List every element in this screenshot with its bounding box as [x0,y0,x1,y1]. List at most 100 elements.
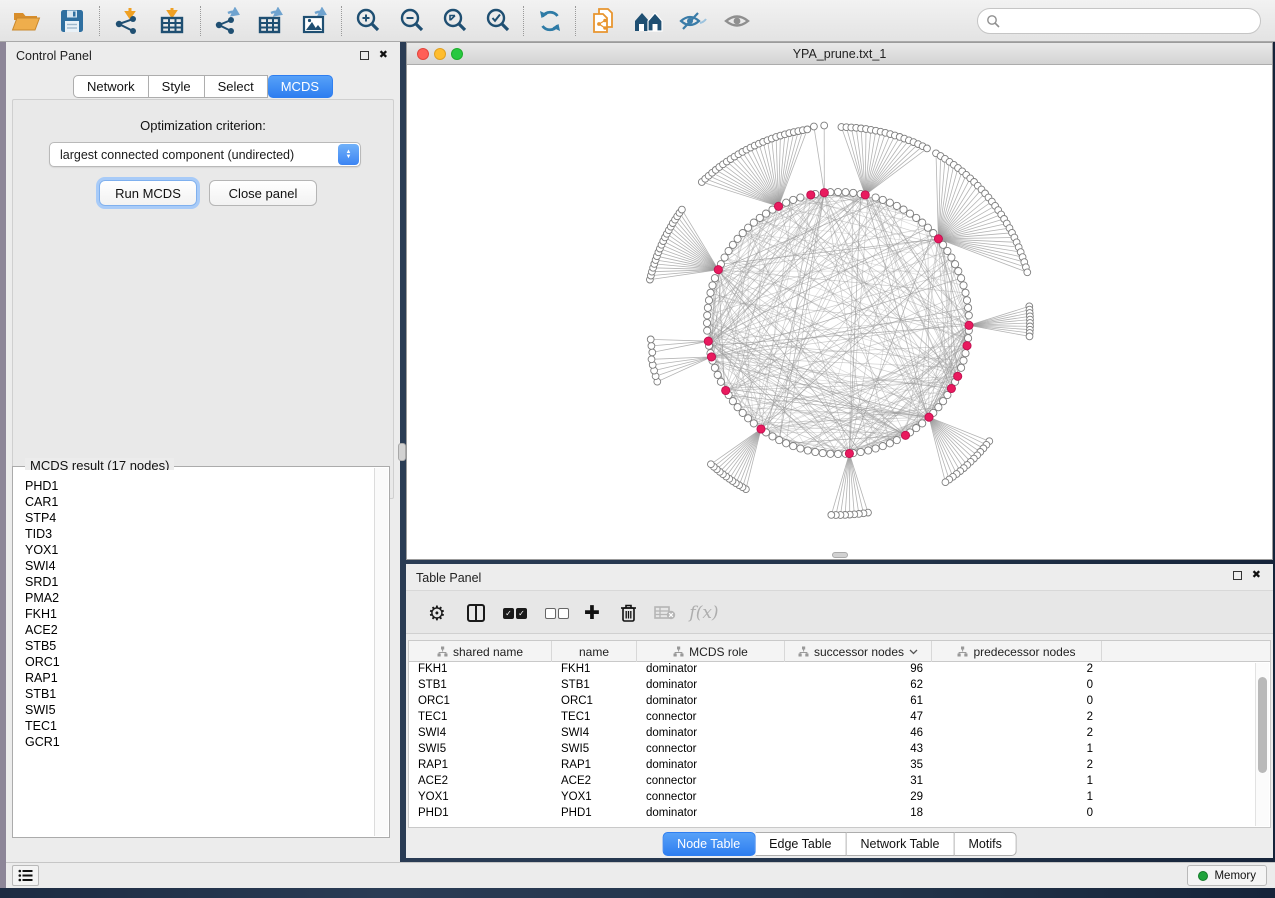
mcds-result-item[interactable]: ACE2 [25,622,373,638]
table-row[interactable]: ACE2ACE2connector311 [409,774,1270,790]
network-node[interactable] [714,371,721,378]
mcds-result-item[interactable]: ORC1 [25,654,373,670]
network-node[interactable] [783,199,790,206]
zoom-out-button[interactable] [392,3,432,39]
network-node[interactable] [819,450,826,457]
network-node[interactable] [924,224,931,231]
show-all-button[interactable] [717,3,757,39]
network-node[interactable] [960,282,967,289]
network-node[interactable] [942,479,949,486]
network-node[interactable] [872,194,879,201]
tab-node-table[interactable]: Node Table [662,832,755,856]
network-node[interactable] [913,214,920,221]
mcds-result-item[interactable]: SWI4 [25,558,373,574]
task-history-button[interactable] [12,865,39,886]
show-columns-button[interactable] [460,591,492,635]
table-settings-button[interactable]: ⚙ [422,591,452,635]
hide-selected-button[interactable] [673,3,713,39]
network-node[interactable] [708,461,715,468]
mcds-node[interactable] [774,202,782,210]
network-node[interactable] [647,336,654,343]
network-node[interactable] [948,254,955,261]
import-network-button[interactable] [106,3,146,39]
mcds-node[interactable] [807,191,815,199]
network-node[interactable] [940,398,947,405]
duplicate-network-button[interactable] [583,3,623,39]
tab-network-table[interactable]: Network Table [847,832,955,856]
network-node[interactable] [958,275,965,282]
network-node[interactable] [958,364,965,371]
mcds-result-item[interactable]: PMA2 [25,590,373,606]
network-graph[interactable] [407,65,1272,559]
network-canvas[interactable] [407,65,1272,559]
network-node[interactable] [649,349,656,356]
table-scrollbar[interactable] [1255,663,1269,826]
network-node[interactable] [648,343,655,350]
network-node[interactable] [906,210,913,217]
vertical-splitter-handle[interactable] [398,443,406,461]
export-image-button[interactable] [295,3,335,39]
network-node[interactable] [804,126,811,133]
mcds-result-list[interactable]: PHD1CAR1STP4TID3YOX1SWI4SRD1PMA2FKH1ACE2… [14,470,373,836]
tab-select[interactable]: Select [205,75,268,98]
mcds-node[interactable] [934,235,942,243]
network-node[interactable] [648,356,655,363]
mcds-result-item[interactable]: TID3 [25,526,373,542]
network-node[interactable] [783,440,790,447]
network-node[interactable] [709,282,716,289]
table-row[interactable]: YOX1YOX1connector291 [409,790,1270,806]
mcds-result-item[interactable]: SWI5 [25,702,373,718]
tab-mcds[interactable]: MCDS [268,75,333,98]
table-row[interactable]: SWI4SWI4dominator462 [409,726,1270,742]
network-node[interactable] [865,447,872,454]
network-node[interactable] [919,219,926,226]
mcds-node[interactable] [704,337,712,345]
mcds-list-scrollbar[interactable] [374,468,388,836]
delete-column-button[interactable] [612,591,644,635]
mcds-result-item[interactable]: YOX1 [25,542,373,558]
network-node[interactable] [739,230,746,237]
network-node[interactable] [790,443,797,450]
network-node[interactable] [729,241,736,248]
tab-style[interactable]: Style [149,75,205,98]
network-node[interactable] [893,202,900,209]
network-node[interactable] [963,297,970,304]
mcds-result-item[interactable]: PHD1 [25,478,373,494]
network-node[interactable] [705,297,712,304]
tab-motifs[interactable]: Motifs [954,832,1016,856]
mcds-node[interactable] [757,425,765,433]
network-node[interactable] [756,214,763,221]
table-row[interactable]: STB1STB1dominator620 [409,678,1270,694]
mcds-result-item[interactable]: STB1 [25,686,373,702]
network-node[interactable] [886,199,893,206]
network-node[interactable] [955,268,962,275]
table-row[interactable]: TEC1TEC1connector472 [409,710,1270,726]
mcds-result-item[interactable]: FKH1 [25,606,373,622]
network-node[interactable] [734,235,741,242]
table-row[interactable]: PHD1PHD1dominator180 [409,806,1270,822]
search-field[interactable] [977,8,1261,34]
export-network-button[interactable] [207,3,247,39]
column-header[interactable]: successor nodes [785,641,932,662]
network-node[interactable] [935,404,942,411]
apply-function-button[interactable]: f(x) [684,591,724,635]
network-node[interactable] [725,247,732,254]
zoom-fit-button[interactable] [435,3,475,39]
network-node[interactable] [834,188,841,195]
network-node[interactable] [960,357,967,364]
mcds-result-item[interactable]: GCR1 [25,734,373,750]
delete-table-button[interactable] [648,591,682,635]
network-node[interactable] [769,433,776,440]
optimization-criterion-select[interactable]: largest connected component (undirected)… [49,142,361,167]
network-node[interactable] [762,210,769,217]
network-node[interactable] [711,364,718,371]
mcds-node[interactable] [845,449,853,457]
network-node[interactable] [962,289,969,296]
refresh-view-button[interactable] [530,3,570,39]
network-titlebar[interactable]: YPA_prune.txt_1 [407,43,1272,65]
network-node[interactable] [879,443,886,450]
column-header[interactable]: shared name [409,641,552,662]
mcds-node[interactable] [963,342,971,350]
tab-edge-table[interactable]: Edge Table [755,832,846,856]
network-node[interactable] [919,420,926,427]
